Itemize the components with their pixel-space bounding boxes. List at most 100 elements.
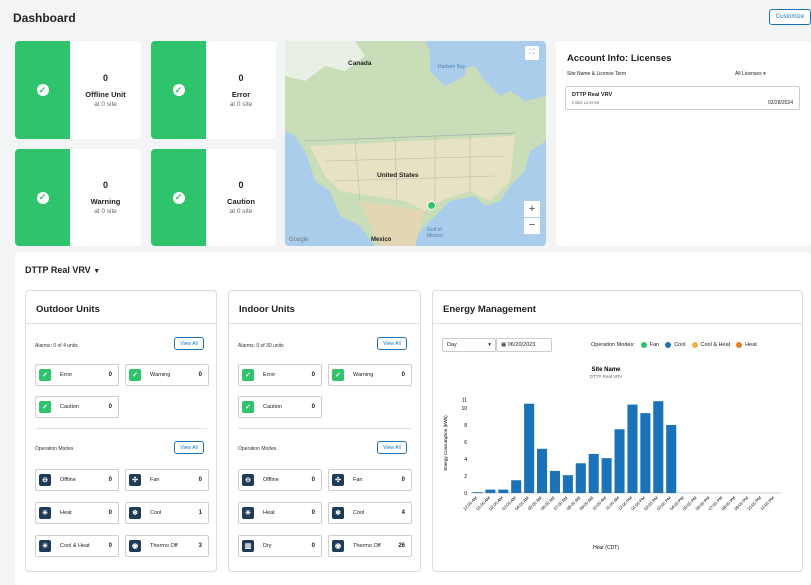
date-picker[interactable]: ▦ 06/20/2023 (496, 338, 552, 352)
legend-cool-heat: Cool & Heat (700, 342, 731, 348)
indoor-mode-heat[interactable]: ☀ Heat 0 (238, 502, 322, 524)
indoor-caution-chip[interactable]: ✓ Caution 0 (238, 396, 322, 418)
y-axis-label: Energy Consumption (kWh) (443, 415, 448, 471)
legend-cool-heat-swatch (691, 342, 698, 348)
error-card[interactable]: ✓ 0 Error at 0 site (151, 41, 276, 139)
bar (524, 403, 535, 493)
warning-label: Warning (90, 197, 121, 206)
chevron-down-icon: ▾ (763, 71, 766, 77)
check-icon: ✓ (172, 191, 185, 204)
offline-unit-card[interactable]: ✓ 0 Offline Unit at 0 site (15, 41, 141, 139)
indoor-mode-cool[interactable]: ❄ Cool 4 (328, 502, 412, 524)
y-tick-label: 10 (461, 406, 467, 412)
check-icon: ✓ (36, 191, 49, 204)
outdoor-warning-chip[interactable]: ✓ Warning 0 (125, 364, 209, 386)
mode-label: Fan (353, 477, 363, 483)
zoom-in-button[interactable]: + (524, 201, 540, 217)
offline-label: Offline Unit (85, 89, 126, 99)
license-row[interactable]: DTTP Real VRV Initial License 02/28/2024 (565, 86, 800, 110)
map-graphic[interactable] (285, 41, 546, 246)
mode-label: Heat (60, 510, 72, 516)
chip-value: 0 (311, 372, 315, 378)
offline-count: 0 (102, 72, 108, 83)
indoor-modes-title: Operation Modes (238, 446, 277, 452)
outdoor-caution-chip[interactable]: ✓ Caution 0 (35, 396, 119, 418)
chip-label: Caution (60, 404, 79, 410)
site-selector[interactable]: DTTP Real VRV ▼ (25, 265, 100, 275)
legend-title: Operation Modes: (591, 342, 635, 348)
fan-icon: ✣ (129, 474, 141, 486)
outdoor-mode-thermo-off[interactable]: ◉ Thermo Off 3 (125, 535, 209, 557)
period-select[interactable]: Day ▾ (442, 338, 496, 352)
caret-down-icon: ▼ (93, 268, 101, 275)
mode-label: Thermo Off (150, 543, 178, 549)
outdoor-mode-cool-heat[interactable]: ✳ Cool & Heat 0 (35, 535, 119, 557)
outdoor-mode-offline[interactable]: ⊖ Offline 0 (35, 469, 119, 491)
y-tick-label: 8 (464, 423, 467, 429)
indoor-mode-thermo-off[interactable]: ◉ Thermo Off 26 (328, 535, 412, 557)
bar (511, 480, 522, 493)
check-icon: ✓ (332, 369, 344, 381)
y-tick-label: 11 (462, 398, 467, 404)
caution-card[interactable]: ✓ 0 Caution at 0 site (151, 149, 276, 246)
indoor-warning-chip[interactable]: ✓ Warning 0 (328, 364, 412, 386)
thermo-off-icon: ◉ (332, 540, 344, 552)
bar (472, 492, 483, 493)
fullscreen-button[interactable]: ⛶ (525, 46, 539, 60)
outdoor-mode-cool[interactable]: ❄ Cool 1 (125, 502, 209, 524)
heat-icon: ☀ (242, 507, 254, 519)
license-term-label: Site Name & License Term (567, 71, 627, 77)
map-label-mexico: Mexico (371, 237, 392, 243)
energy-management-panel: Energy Management Day ▾ ▦ 06/20/2023 Oper… (432, 290, 803, 572)
outdoor-alarms-count: Alarms: 0 of 4 units (35, 343, 78, 349)
offline-icon: ⊖ (39, 474, 51, 486)
map-label-hudson-bay: Hudson Bay (438, 64, 466, 70)
outdoor-mode-fan[interactable]: ✣ Fan 0 (125, 469, 209, 491)
outdoor-mode-heat[interactable]: ☀ Heat 0 (35, 502, 119, 524)
bar (588, 453, 599, 493)
license-date: 02/28/2024 (767, 100, 793, 106)
outdoor-modes-view-all-button[interactable]: View All (174, 441, 204, 454)
indoor-modes-view-all-button[interactable]: View All (377, 441, 407, 454)
cool-icon: ❄ (129, 507, 141, 519)
chip-label: Caution (263, 404, 282, 410)
check-icon: ✓ (242, 369, 254, 381)
site-map[interactable]: Canada Hudson Bay United States Mexico G… (285, 41, 546, 246)
bar (627, 404, 638, 493)
indoor-mode-fan[interactable]: ✣ Fan 0 (328, 469, 412, 491)
outdoor-error-chip[interactable]: ✓ Error 0 (35, 364, 119, 386)
customize-button[interactable]: Customize (769, 9, 811, 25)
mode-label: Thermo Off (353, 543, 381, 549)
zoom-out-button[interactable]: − (524, 218, 540, 234)
thermo-off-icon: ◉ (129, 540, 141, 552)
outdoor-view-all-button[interactable]: View All (174, 337, 204, 350)
mode-label: Cool (150, 510, 162, 516)
indoor-mode-dry[interactable]: ▥ Dry 0 (238, 535, 322, 557)
map-pin-icon[interactable] (427, 201, 436, 210)
indoor-mode-offline[interactable]: ⊖ Offline 0 (238, 469, 322, 491)
calendar-icon: ▦ (501, 342, 507, 348)
license-filter-select[interactable]: All Licenses ▾ (735, 71, 766, 77)
dry-icon: ▥ (242, 540, 254, 552)
mode-value: 0 (198, 477, 202, 483)
chip-value: 0 (311, 404, 315, 410)
map-label-us: United States (377, 172, 419, 179)
check-icon: ✓ (242, 401, 254, 413)
fan-icon: ✣ (332, 474, 344, 486)
outdoor-units-panel: Outdoor Units Alarms: 0 of 4 units View … (25, 290, 217, 572)
chip-label: Warning (353, 372, 374, 378)
chip-value: 0 (108, 372, 112, 378)
mode-label: Offline (60, 477, 76, 483)
indoor-error-chip[interactable]: ✓ Error 0 (238, 364, 322, 386)
bar (601, 458, 612, 493)
bar (640, 413, 651, 493)
indoor-view-all-button[interactable]: View All (377, 337, 407, 350)
warning-card[interactable]: ✓ 0 Warning at 0 site (15, 149, 141, 246)
legend-fan-swatch (640, 342, 647, 348)
mode-label: Heat (263, 510, 275, 516)
chip-label: Error (263, 372, 276, 378)
indoor-alarms-count: Alarms: 0 of 30 units (238, 343, 284, 349)
mode-value: 0 (311, 477, 315, 483)
mode-value: 0 (401, 477, 405, 483)
chart-subtitle: DTTP Real VRV (590, 374, 623, 379)
